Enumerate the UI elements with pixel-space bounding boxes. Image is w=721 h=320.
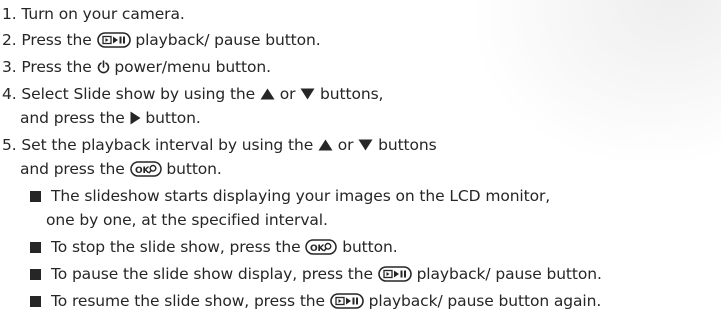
down-arrow-icon xyxy=(358,139,373,151)
note-bullet-4: To resume the slide show, press the play… xyxy=(30,290,601,312)
note-bullet-2: To stop the slide show, press the OK but… xyxy=(30,236,398,258)
step-text: and press the xyxy=(20,109,125,127)
bullet-text: The slideshow starts displaying your ima… xyxy=(51,187,551,205)
step-text: button. xyxy=(145,109,201,127)
step-text: Press the xyxy=(21,58,92,76)
step-2: 2. Press the playback/ pause button. xyxy=(2,29,321,51)
up-arrow-icon xyxy=(260,88,275,100)
bullet-text: button. xyxy=(342,238,398,256)
step-5-continuation: and press the OK button. xyxy=(20,158,222,180)
or-text: or xyxy=(337,136,354,154)
bullet-text: To stop the slide show, press the xyxy=(51,238,301,256)
note-bullet-1: The slideshow starts displaying your ima… xyxy=(30,185,550,207)
step-text: buttons xyxy=(378,136,437,154)
bullet-text: playback/ pause button again. xyxy=(368,292,602,310)
bullet-text: playback/ pause button. xyxy=(416,265,602,283)
svg-text:OK: OK xyxy=(135,166,151,176)
ok-button-icon: OK xyxy=(305,238,338,255)
step-number: 1. xyxy=(2,5,17,23)
up-arrow-icon xyxy=(318,139,333,151)
note-bullet-3: To pause the slide show display, press t… xyxy=(30,263,602,285)
step-4: 4. Select Slide show by using the or but… xyxy=(2,83,383,105)
bullet-marker xyxy=(30,190,41,202)
step-text: Turn on your camera. xyxy=(21,5,185,23)
step-text: playback/ pause button. xyxy=(135,31,321,49)
step-number: 3. xyxy=(2,58,17,76)
step-text: Press the xyxy=(21,31,92,49)
playback-pause-icon xyxy=(96,31,131,48)
ok-button-icon: OK xyxy=(129,160,162,177)
note-bullet-1-continuation: one by one, at the specified interval. xyxy=(46,209,328,231)
power-icon xyxy=(97,59,110,74)
or-text: or xyxy=(279,85,296,103)
step-1: 1. Turn on your camera. xyxy=(2,3,185,25)
step-text: power/menu button. xyxy=(114,58,271,76)
bullet-text: To pause the slide show display, press t… xyxy=(51,265,373,283)
bullet-text: To resume the slide show, press the xyxy=(51,292,325,310)
step-4-continuation: and press the button. xyxy=(20,107,201,129)
bullet-marker xyxy=(30,241,41,253)
step-text: and press the xyxy=(20,160,125,178)
step-number: 4. xyxy=(2,85,17,103)
step-5: 5. Set the playback interval by using th… xyxy=(2,134,437,156)
bullet-marker xyxy=(30,295,41,307)
step-number: 5. xyxy=(2,136,17,154)
bullet-marker xyxy=(30,268,41,280)
step-text: Set the playback interval by using the xyxy=(21,136,314,154)
bullet-text: one by one, at the specified interval. xyxy=(46,211,328,229)
step-text: buttons, xyxy=(320,85,384,103)
step-text: button. xyxy=(166,160,222,178)
step-3: 3. Press the power/menu button. xyxy=(2,56,271,78)
right-arrow-icon xyxy=(130,111,141,125)
playback-pause-icon xyxy=(377,265,412,282)
playback-pause-icon xyxy=(329,292,364,309)
step-number: 2. xyxy=(2,31,17,49)
svg-text:OK: OK xyxy=(310,244,326,254)
step-text: Select Slide show by using the xyxy=(21,85,256,103)
down-arrow-icon xyxy=(300,88,315,100)
